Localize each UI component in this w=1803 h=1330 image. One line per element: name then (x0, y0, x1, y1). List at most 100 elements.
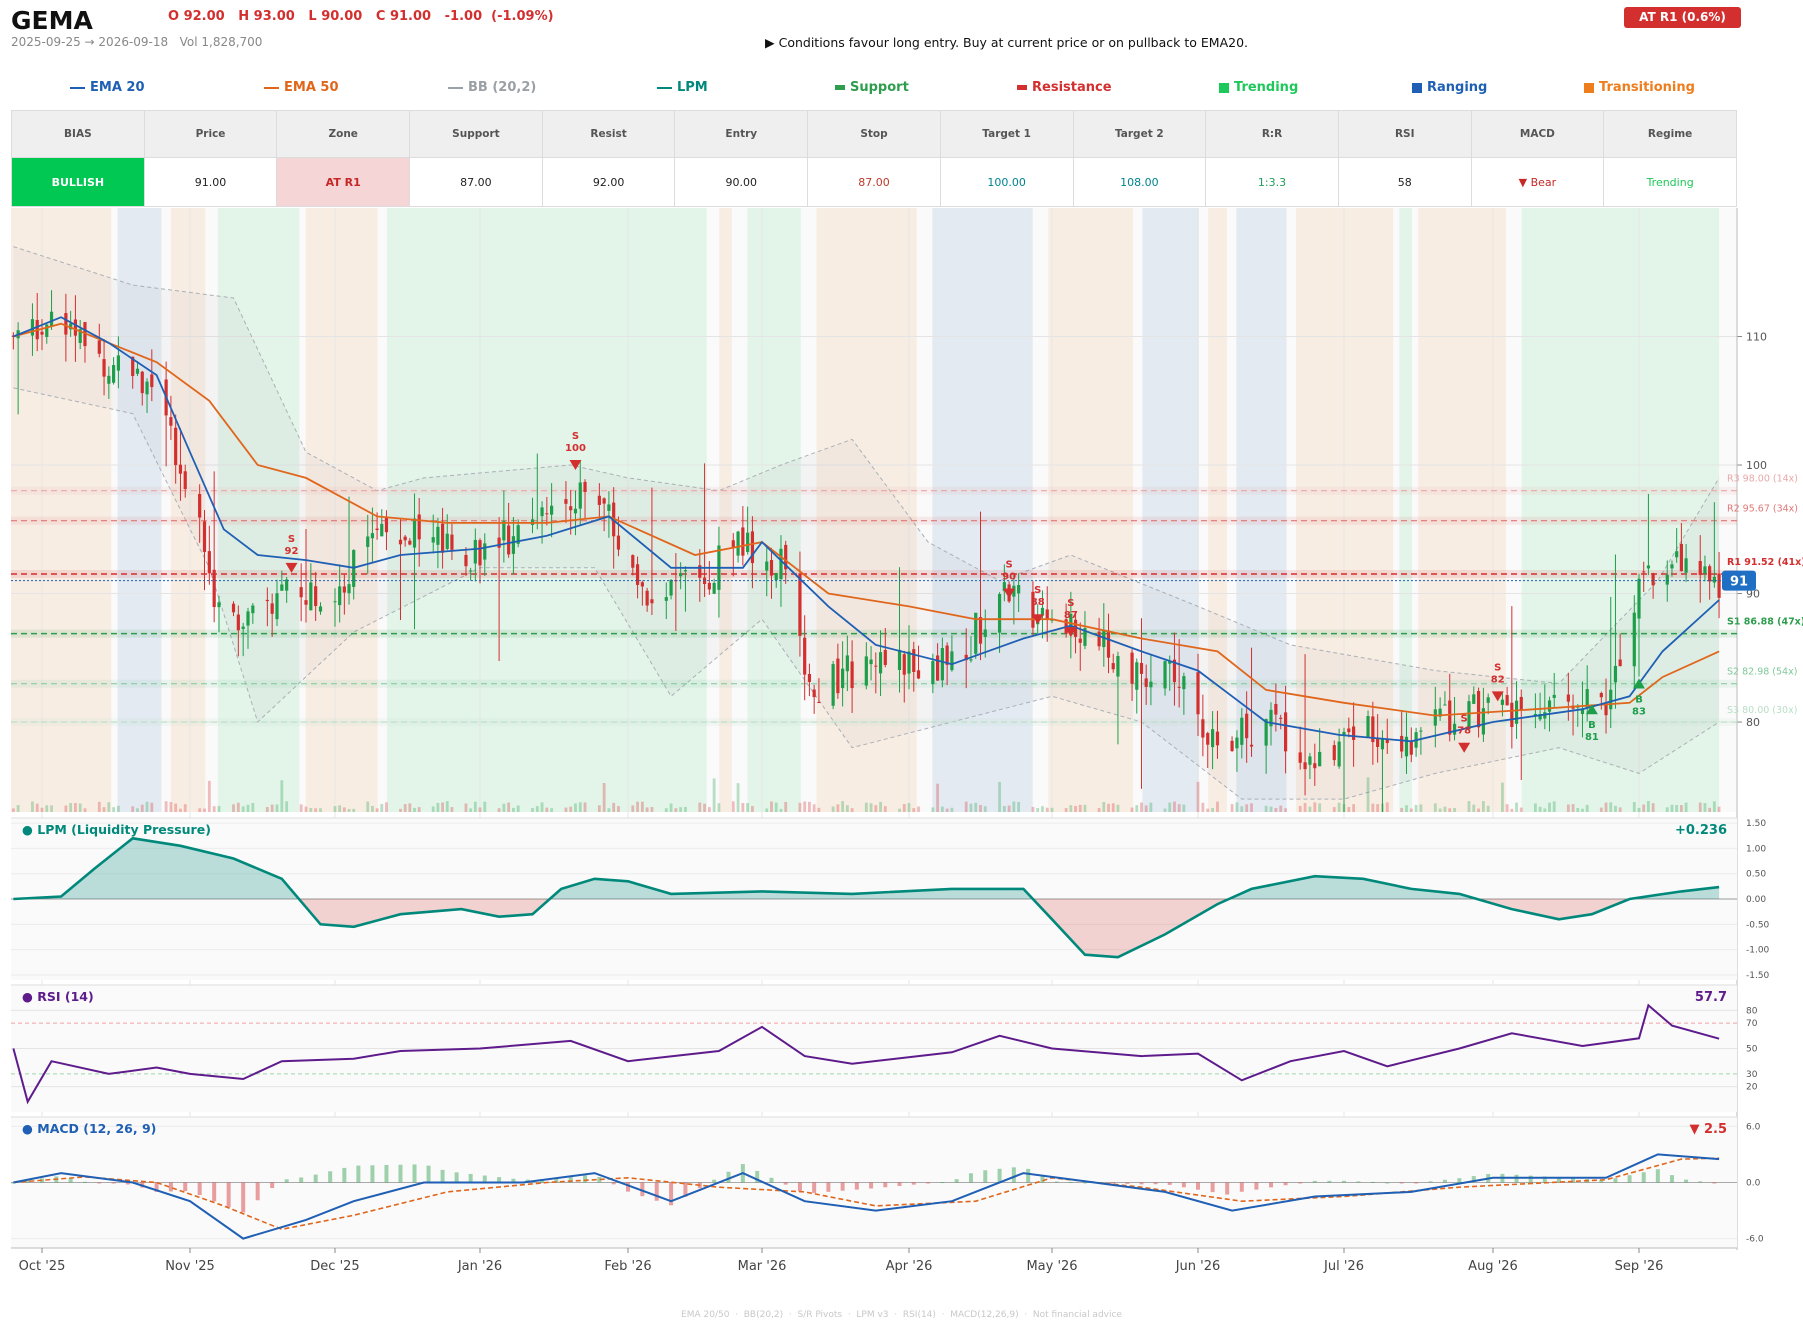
volume-bar (1332, 807, 1336, 812)
volume-bar (203, 808, 206, 812)
candle-body (1337, 741, 1341, 767)
volume-bar (1467, 801, 1471, 812)
stats-header-price: Price (143, 110, 278, 158)
volume-bar (812, 804, 816, 812)
volume-bar (1211, 808, 1214, 812)
candle-body (483, 543, 487, 560)
stats-table: BIAS Price Zone Support Resist Entry Stop Targe… (11, 110, 1737, 207)
legend-swatch (70, 86, 85, 89)
stats-value-stop: 87.00 (807, 157, 941, 207)
candle-body (1102, 631, 1106, 648)
lpm-tick-label: 1.50 (1746, 819, 1766, 829)
volume-bar (1206, 808, 1210, 812)
legend-swatch (264, 86, 279, 89)
legend-item-ranging[interactable]: Ranging (1412, 80, 1487, 95)
macd-hist-bar (284, 1179, 289, 1183)
legend-item-transitioning[interactable]: Transitioning (1584, 80, 1695, 95)
volume-bar (403, 804, 407, 812)
rsi-tick-label: 20 (1746, 1083, 1758, 1093)
volume-bar (69, 803, 73, 812)
volume-bar (1342, 804, 1346, 812)
stats-value-zone: AT R1 (276, 157, 411, 207)
candle-body (102, 359, 106, 377)
volume-bar (380, 804, 384, 812)
macd-hist-bar (440, 1169, 445, 1183)
candle-body (1240, 717, 1244, 745)
date-range-volume: 2025-09-25 → 2026-09-18 Vol 1,828,700 (11, 35, 263, 49)
chart-area[interactable]: 80 90 100 110 R3 98.00 (14x) R2 95.67 (34x) R1… (0, 205, 1803, 1305)
volume-bar (1144, 805, 1148, 812)
volume-bar (1533, 803, 1537, 812)
legend-item-ema-20[interactable]: EMA 20 (70, 80, 145, 95)
candle-body (370, 533, 375, 539)
candle-body (631, 555, 635, 568)
legend-item-lpm[interactable]: LPM (657, 80, 708, 95)
candle-body (750, 531, 755, 564)
volume-bar (1665, 807, 1669, 812)
candle-body (1618, 659, 1622, 667)
candle-body (1318, 751, 1322, 767)
volume-bar (850, 808, 854, 812)
legend-label: EMA 20 (90, 80, 145, 95)
volume-bar (1670, 804, 1674, 812)
candle-body (417, 514, 421, 540)
legend-label: Transitioning (1599, 80, 1695, 95)
volume-bar (707, 807, 711, 812)
volume-bar (232, 804, 235, 812)
volume-bar (1140, 802, 1143, 812)
legend-item-bb-20-2[interactable]: BB (20,2) (448, 80, 536, 95)
volume-bar (698, 802, 702, 812)
stats-header-target-1: Target 1 (939, 110, 1074, 158)
volume-bar (107, 802, 111, 812)
zone-badge: AT R1 (0.6%) (1624, 7, 1741, 28)
macd-hist-bar (328, 1171, 333, 1183)
volume-bar (140, 804, 144, 812)
candle-body (231, 603, 236, 613)
candle-body (1547, 700, 1552, 712)
x-tick-label: Oct '25 (19, 1259, 66, 1274)
candle-body (1376, 738, 1380, 747)
x-tick-label: May '26 (1026, 1259, 1077, 1274)
volume-bar (798, 802, 802, 812)
volume-bar (1604, 802, 1608, 812)
volume-bar (974, 802, 978, 812)
volume-bar (1284, 808, 1287, 812)
volume-bar (280, 780, 284, 812)
volume-bar (1599, 807, 1603, 812)
stats-value-regime: Trending (1603, 157, 1737, 207)
macd-hist-bar (168, 1182, 173, 1192)
legend-item-support[interactable]: Support (835, 80, 909, 95)
macd-hist-bar (583, 1175, 588, 1183)
buy-signal-letter: B (1635, 694, 1643, 705)
stats-header-row: BIAS Price Zone Support Resist Entry Stop Targe… (11, 110, 1737, 158)
candle-body (1139, 662, 1144, 674)
macd-hist-bar (97, 1182, 102, 1184)
volume-bar (1486, 805, 1490, 812)
candle-body (478, 540, 482, 566)
volume-bar (650, 807, 654, 812)
volume-bar (1041, 806, 1044, 812)
macd-hist-bar (1139, 1182, 1144, 1185)
volume-bar (979, 805, 982, 812)
legend-label: LPM (677, 80, 708, 95)
legend-item-ema-50[interactable]: EMA 50 (264, 80, 339, 95)
volume-bar (1097, 808, 1101, 812)
volume-bar (1347, 807, 1351, 812)
lpm-tick-label: 0.00 (1746, 895, 1766, 905)
volume-bar (1168, 802, 1172, 812)
rsi-tick-label: 80 (1746, 1006, 1758, 1016)
legend-item-trending[interactable]: Trending (1219, 80, 1298, 95)
volume-bar (1201, 802, 1205, 812)
candle-body (217, 602, 221, 608)
candle-body (469, 570, 473, 572)
candle-body (116, 355, 120, 371)
candle-body (1182, 676, 1186, 690)
volume-bar (116, 805, 120, 812)
macd-hist-bar (954, 1179, 959, 1183)
legend-swatch (1412, 82, 1422, 93)
sell-signal-price: 100 (565, 443, 586, 454)
legend-item-resistance[interactable]: Resistance (1017, 80, 1112, 95)
volume-bar (1376, 804, 1380, 812)
volume-bar (1135, 805, 1139, 812)
volume-bar (1240, 806, 1244, 812)
